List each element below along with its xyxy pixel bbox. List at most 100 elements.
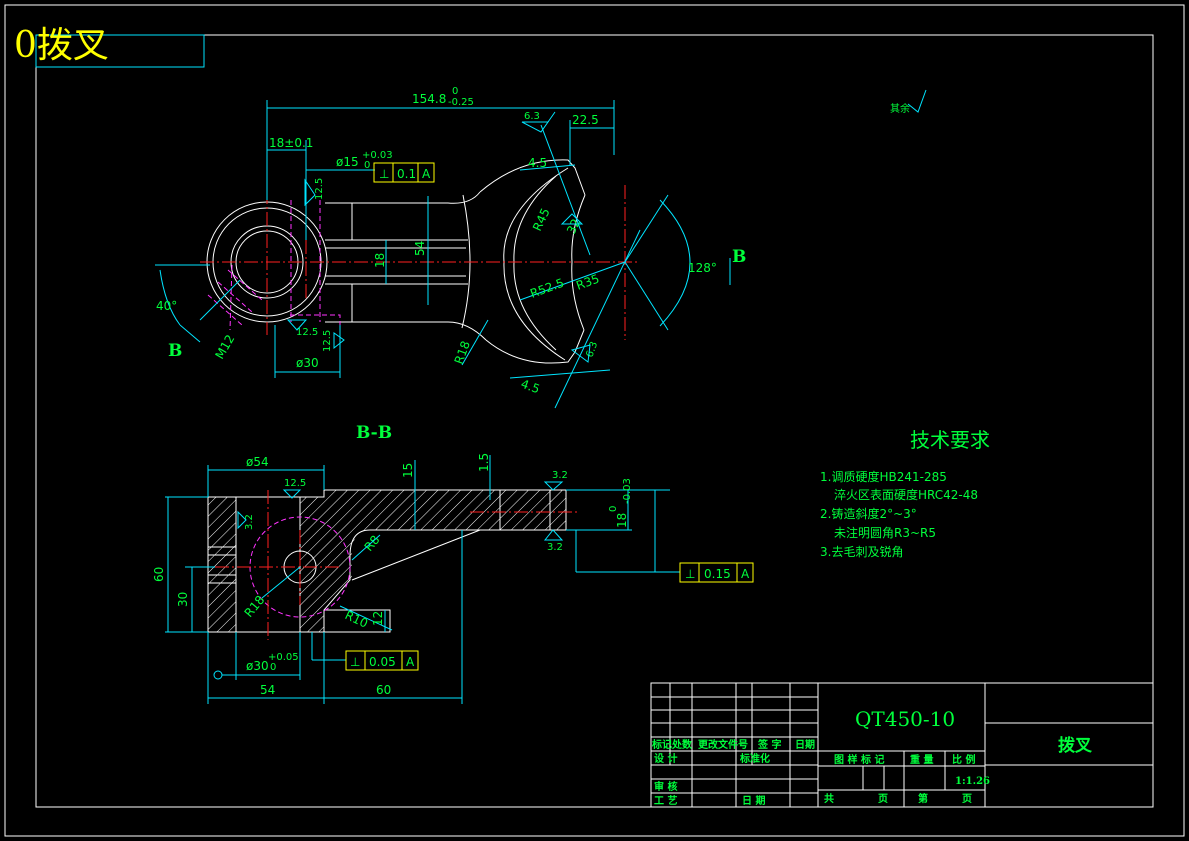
fcf-3-val: 0.05: [369, 655, 396, 669]
drawing-canvas: 0 拨叉 154.8 0 -0.25 22.5 6.3 18±0.1 ø15 +0…: [4, 4, 1185, 837]
dim-15b: 15: [401, 463, 415, 478]
section-b-left: B: [168, 341, 182, 361]
rough-note: 其余: [890, 102, 910, 115]
angle-arc-128: [659, 199, 691, 327]
tb-c-total: 共: [824, 792, 834, 805]
dim-60h: 60: [376, 683, 391, 697]
arm-bottom-edge: [325, 321, 487, 341]
title-block: QT450-10 拨叉 标记 处数 更改文件号 签 字 日期 设 计 标准化 审…: [650, 682, 1154, 808]
rough-125b: 12.5: [296, 327, 318, 338]
rough-63b: 6.3: [584, 340, 600, 359]
tb-c-process: 工 艺: [654, 794, 677, 807]
fcf-1-sym: ⊥: [379, 167, 389, 181]
tb-c-check: 审 核: [654, 780, 677, 793]
dim-18b-tol: -0.03: [622, 478, 633, 504]
tb-c-design: 设 计: [654, 752, 677, 765]
dim-60v: 60: [152, 567, 166, 582]
fcf-1-val: 0.1: [397, 167, 416, 181]
angle-leg-1: [624, 194, 669, 263]
rough-note-symbol: [907, 89, 927, 113]
rough-63a: 6.3: [524, 111, 540, 122]
dim-30h: ø30: [246, 659, 269, 673]
rough-tail-1: [547, 111, 556, 123]
tb-material: QT450-10: [855, 707, 955, 731]
dim-30h-tol-low: 0: [270, 662, 276, 673]
rough-125c: 12.5: [322, 330, 333, 352]
fcf-2-ref: A: [741, 567, 750, 581]
tb-c-stage: 图 样 标 记: [834, 753, 884, 766]
hidden-tap-3: [207, 294, 243, 326]
tech-line-5: 3.去毛刺及锐角: [820, 545, 903, 559]
dim-m12: M12: [212, 332, 237, 361]
tb-c-weight: 重 量: [910, 753, 933, 766]
dim-154: 154.8: [412, 92, 446, 106]
dim-30v: 30: [176, 592, 190, 607]
top-view: 154.8 0 -0.25 22.5 6.3 18±0.1 ø15 +0.03 …: [155, 86, 746, 409]
dim-225: 22.5: [572, 113, 599, 127]
fcf-3-ref: A: [406, 655, 415, 669]
dim-18v: 18: [373, 253, 387, 268]
tech-line-4: 未注明圆角R3~R5: [834, 525, 936, 540]
datum-a-marker: [213, 670, 223, 680]
section-label: B-B: [356, 423, 392, 443]
fcf-2-val: 0.15: [704, 567, 731, 581]
rough-125d: 12.5: [284, 478, 306, 489]
fcf-1-ref: A: [422, 167, 431, 181]
fork-inner-arc-2: [513, 175, 557, 351]
tech-requirements: 技术要求 1.调质硬度HB241-285 淬火区表面硬度HRC42-48 2.铸…: [820, 428, 990, 559]
tb-c-sign: 签 字: [757, 738, 781, 751]
dim-18b: 18: [615, 513, 629, 528]
leader-m12: [199, 279, 241, 321]
tb-c-count: 处数: [671, 738, 693, 751]
rough-symbol-9: [543, 529, 564, 541]
dim-54h: 54: [260, 683, 275, 697]
dim-15-tol-low: 0: [364, 160, 370, 171]
tb-c-scale: 比 例: [952, 753, 975, 766]
tb-c-docno: 更改文件号: [698, 738, 748, 751]
tb-c-page: 页: [878, 793, 888, 805]
section-view: ø54 12.5 15 1.5 3.2 3.2 3.2 18 0 -0.03 ⊥…: [152, 453, 754, 704]
tech-line-1: 1.调质硬度HB241-285: [820, 469, 947, 484]
tb-scale: 1:1.26: [955, 776, 990, 787]
drawing-title: 0拨叉: [14, 25, 109, 66]
tech-heading: 技术要求: [910, 428, 990, 452]
angle-leg-2: [624, 261, 669, 331]
rough-125a: 12.5: [314, 178, 325, 200]
fcf-2-sym: ⊥: [685, 567, 695, 581]
tech-line-2: 淬火区表面硬度HRC42-48: [834, 487, 978, 502]
ext-line-45b: [554, 229, 641, 409]
dim-154-low: -0.25: [448, 97, 474, 108]
arm-top-edge: [325, 191, 481, 204]
dim-154-up: 0: [452, 86, 458, 97]
dim-r10: R10: [343, 608, 370, 631]
dim-r18: R18: [452, 339, 473, 366]
dim-15: ø15: [336, 155, 359, 169]
tb-part-name: 拨叉: [1058, 735, 1093, 756]
dim-1_5: 1.5: [477, 453, 491, 472]
dim-r525: R52.5: [528, 276, 566, 301]
dim-54v: 54: [413, 241, 427, 256]
tb-c-no: 第: [918, 792, 928, 805]
rough-symbol-1: [521, 121, 549, 133]
tb-c-date2: 日 期: [742, 794, 765, 807]
fcf-3-sym: ⊥: [350, 655, 360, 669]
rough-32c: 3.2: [244, 514, 255, 530]
section-b-right: B: [732, 247, 746, 267]
dim-30: ø30: [296, 356, 319, 370]
fork-lower-outer: [485, 329, 585, 364]
section-arrow-left: [179, 324, 201, 343]
tb-c-page2: 页: [962, 793, 972, 805]
rough-32a: 3.2: [552, 470, 568, 481]
dim-18b-up: 0: [608, 506, 619, 512]
rough-symbol-8: [543, 481, 564, 491]
dim-45b: 4.5: [519, 377, 542, 397]
tb-c-date: 日期: [795, 738, 815, 751]
dim-18: 18±0.1: [269, 136, 313, 150]
dim-12: 12: [371, 611, 385, 626]
dim-54: ø54: [246, 455, 269, 469]
dim-r45: R45: [530, 206, 553, 233]
dim-r35: R35: [574, 272, 601, 293]
dim-128: 128°: [688, 261, 717, 275]
dim-40: 40°: [156, 299, 177, 313]
rough-symbol-6: [333, 332, 345, 350]
